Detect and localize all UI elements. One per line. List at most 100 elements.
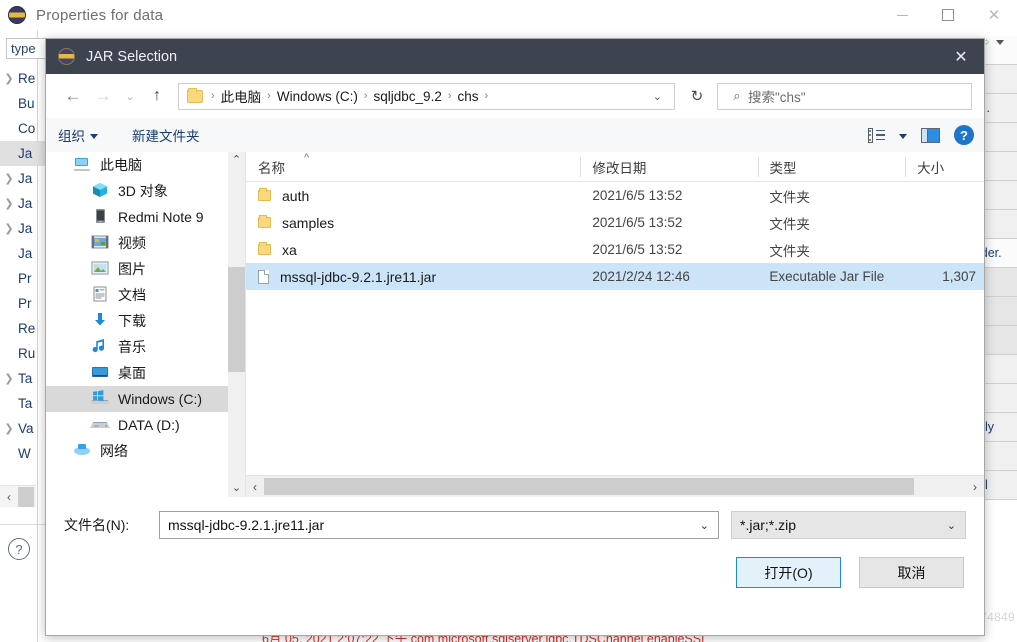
eclipse-horizontal-scrollbar[interactable]: ‹ xyxy=(0,485,36,507)
help-icon[interactable]: ? xyxy=(954,125,974,145)
navigation-scrollbar[interactable]: ⌃ ⌄ xyxy=(228,152,245,497)
eclipse-help-icon[interactable]: ? xyxy=(8,538,30,560)
nav-item-drive[interactable]: DATA (D:) xyxy=(46,412,245,438)
tree-indent: ❯ xyxy=(0,122,18,135)
eclipse-tree-item[interactable]: ❯Ta xyxy=(0,366,46,391)
breadcrumb-item-0[interactable]: 此电脑 xyxy=(221,86,262,106)
breadcrumb-item-3[interactable]: chs xyxy=(458,89,479,104)
scroll-thumb[interactable] xyxy=(264,478,914,495)
eclipse-tree-item[interactable]: ❯Ru xyxy=(0,341,46,366)
eclipse-tree-item[interactable]: ❯Ja xyxy=(0,141,46,166)
eclipse-tree-item[interactable]: ❯Co xyxy=(0,116,46,141)
desktop-icon xyxy=(90,364,110,382)
nav-item-downloads[interactable]: 下载 xyxy=(46,308,245,334)
filename-input[interactable]: mssql-jdbc-9.2.1.jre11.jar ⌄ xyxy=(159,511,719,539)
eclipse-close-button[interactable]: ✕ xyxy=(971,0,1017,30)
eclipse-tree-item[interactable]: ❯Ja xyxy=(0,191,46,216)
chevron-down-icon[interactable] xyxy=(995,39,1004,45)
file-name-cell: xa xyxy=(246,242,580,258)
eclipse-tree-item[interactable]: ❯W xyxy=(0,441,46,466)
chevron-right-icon[interactable]: ❯ xyxy=(0,72,18,85)
eclipse-tree-item[interactable]: ❯Re xyxy=(0,316,46,341)
breadcrumb-separator: › xyxy=(267,90,271,102)
nav-item-3d-objects[interactable]: 3D 对象 xyxy=(46,178,245,204)
eclipse-minimize-button[interactable] xyxy=(879,0,925,30)
column-header-type[interactable]: 类型 xyxy=(757,152,906,182)
file-list-hscrollbar[interactable]: ‹ › xyxy=(246,475,984,497)
view-chevron-down-icon[interactable] xyxy=(899,133,907,139)
nav-item-documents[interactable]: 文档 xyxy=(46,282,245,308)
nav-item-desktop[interactable]: 桌面 xyxy=(46,360,245,386)
file-name: auth xyxy=(282,187,310,204)
explorer-command-bar: 组织 新建文件夹 ? xyxy=(46,118,984,152)
forward-button[interactable]: → xyxy=(88,81,118,111)
scroll-down-icon[interactable]: ⌄ xyxy=(232,480,241,497)
file-name-cell: auth xyxy=(246,188,580,204)
back-button[interactable]: ← xyxy=(58,81,88,111)
dialog-close-button[interactable]: ✕ xyxy=(938,39,984,74)
breadcrumb-item-1[interactable]: Windows (C:) xyxy=(277,89,358,104)
table-row[interactable]: xa 2021/6/5 13:52 文件夹 xyxy=(246,236,984,263)
eclipse-tree-item[interactable]: ❯Pr xyxy=(0,291,46,316)
search-input[interactable]: 搜索"chs" xyxy=(748,86,806,106)
file-name-cell: mssql-jdbc-9.2.1.jre11.jar xyxy=(246,269,580,285)
scroll-left-icon[interactable]: ‹ xyxy=(0,490,18,504)
chevron-right-icon[interactable]: ❯ xyxy=(0,197,18,210)
scroll-thumb[interactable] xyxy=(18,486,34,507)
table-row[interactable]: auth 2021/6/5 13:52 文件夹 xyxy=(246,182,984,209)
tree-indent: ❯ xyxy=(0,147,18,160)
chevron-down-icon[interactable]: ⌄ xyxy=(947,519,956,532)
preview-pane-icon[interactable] xyxy=(921,127,940,143)
tree-indent: ❯ xyxy=(0,97,18,110)
scroll-up-icon[interactable]: ⌃ xyxy=(232,152,241,169)
nav-item-computer[interactable]: 此电脑 xyxy=(46,152,245,178)
scroll-left-icon[interactable]: ‹ xyxy=(246,480,264,494)
breadcrumb-separator: › xyxy=(484,90,489,102)
breadcrumb-separator: › xyxy=(447,90,452,102)
refresh-button[interactable]: ↻ xyxy=(681,83,713,110)
breadcrumb-item-2[interactable]: sqljdbc_9.2 xyxy=(374,89,442,104)
recent-locations-button[interactable]: ⌄ xyxy=(118,81,142,111)
list-view-icon[interactable] xyxy=(868,127,885,143)
nav-item-music[interactable]: 音乐 xyxy=(46,334,245,360)
open-button[interactable]: 打开(O) xyxy=(736,557,841,588)
eclipse-tree-item[interactable]: ❯Bu xyxy=(0,91,46,116)
up-button[interactable]: ↑ xyxy=(142,81,172,111)
organize-menu[interactable]: 组织 xyxy=(58,125,98,145)
table-row[interactable]: mssql-jdbc-9.2.1.jre11.jar 2021/2/24 12:4… xyxy=(246,263,984,290)
nav-item-network[interactable]: 网络 xyxy=(46,438,245,464)
nav-item-phone[interactable]: Redmi Note 9 xyxy=(46,204,245,230)
search-box[interactable]: ⌕ 搜索"chs" xyxy=(717,82,972,110)
eclipse-tree-item[interactable]: ❯Re xyxy=(0,66,46,91)
column-header-date[interactable]: 修改日期 xyxy=(580,152,757,182)
eclipse-maximize-button[interactable] xyxy=(925,0,971,30)
eclipse-tree-item[interactable]: ❯Ja xyxy=(0,241,46,266)
filetype-select[interactable]: *.jar;*.zip ⌄ xyxy=(731,511,966,539)
eclipse-tree-item[interactable]: ❯Ja xyxy=(0,166,46,191)
chevron-down-icon[interactable]: ⌄ xyxy=(700,519,709,532)
eclipse-tree-item[interactable]: ❯Ta xyxy=(0,391,46,416)
table-row[interactable]: samples 2021/6/5 13:52 文件夹 xyxy=(246,209,984,236)
chevron-right-icon[interactable]: ❯ xyxy=(0,372,18,385)
chevron-down-icon[interactable]: ⌄ xyxy=(641,90,674,103)
scroll-right-icon[interactable]: › xyxy=(966,480,984,494)
explorer-navigation-bar: ← → ⌄ ↑ › 此电脑 › Windows (C:) › sqljdbc_9… xyxy=(46,74,984,118)
chevron-right-icon[interactable]: ❯ xyxy=(0,222,18,235)
chevron-right-icon[interactable]: ❯ xyxy=(0,172,18,185)
cancel-button[interactable]: 取消 xyxy=(859,557,964,588)
nav-item-pictures[interactable]: 图片 xyxy=(46,256,245,282)
sort-ascending-icon: ^ xyxy=(304,152,310,164)
chevron-right-icon[interactable]: ❯ xyxy=(0,422,18,435)
nav-item-videos[interactable]: 视频 xyxy=(46,230,245,256)
breadcrumb[interactable]: › 此电脑 › Windows (C:) › sqljdbc_9.2 › chs… xyxy=(178,82,675,110)
eclipse-tree-item[interactable]: ❯Ja xyxy=(0,216,46,241)
network-icon xyxy=(72,442,92,460)
eclipse-tree-item-label: W xyxy=(18,446,31,461)
scroll-thumb[interactable] xyxy=(228,267,245,372)
column-header-size[interactable]: 大小 xyxy=(905,152,984,182)
eclipse-tree-item[interactable]: ❯ Va xyxy=(0,416,46,441)
column-header-name[interactable]: 名称 ^ xyxy=(246,152,580,182)
eclipse-tree-item[interactable]: ❯Pr xyxy=(0,266,46,291)
nav-item-windows-drive[interactable]: Windows (C:) xyxy=(46,386,245,412)
new-folder-button[interactable]: 新建文件夹 xyxy=(132,125,200,145)
